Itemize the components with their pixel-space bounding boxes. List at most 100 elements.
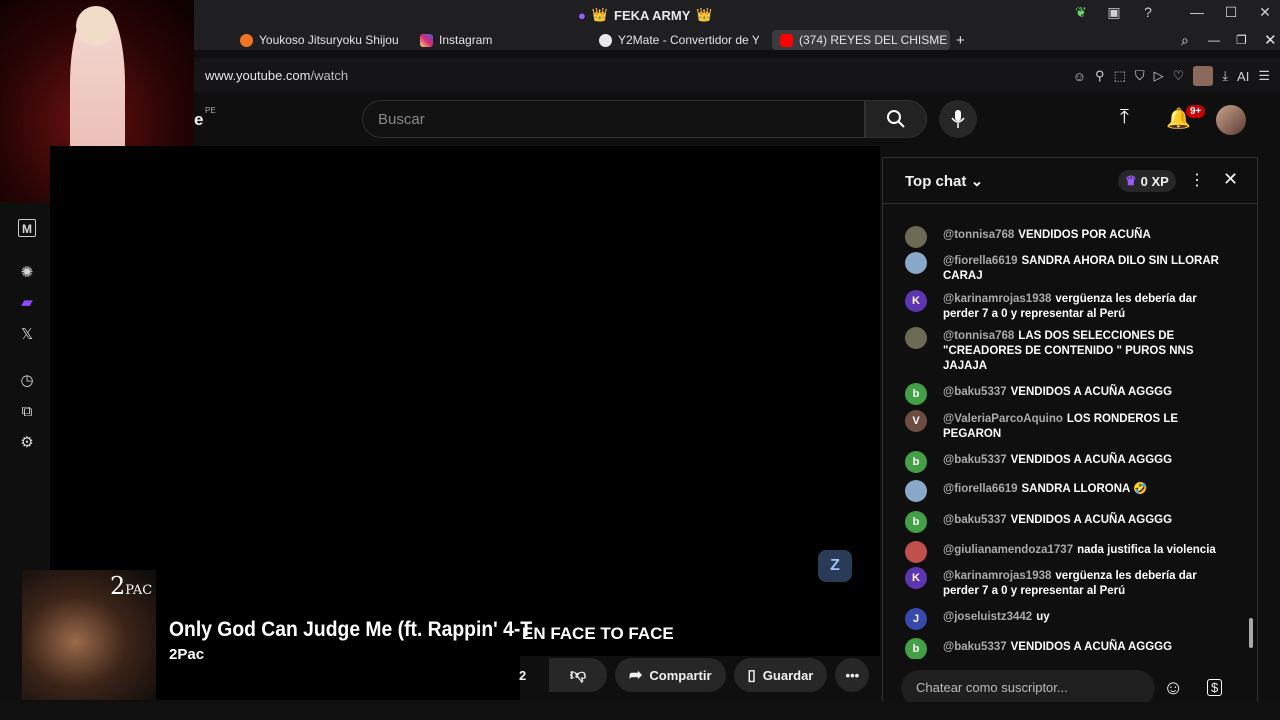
chat-avatar[interactable]: b <box>905 638 927 659</box>
chat-message[interactable]: J @joseluistz3442 uy <box>905 608 1235 630</box>
account-avatar[interactable] <box>1216 105 1246 135</box>
chat-avatar[interactable]: K <box>905 290 927 312</box>
close-browser-icon[interactable]: ✕ <box>1264 30 1277 50</box>
chat-message[interactable]: @tonnisa768 VENDIDOS POR ACUÑA <box>905 226 1235 248</box>
chat-avatar[interactable]: b <box>905 511 927 533</box>
help-icon[interactable]: ? <box>1137 4 1159 20</box>
chat-username[interactable]: @giulianamendoza1737 <box>943 544 1073 556</box>
address-bar[interactable]: www.youtube.com/watch ☺ ⚲ ⬚ ⛉ ▷ ♡ ⤓ AI ☰ <box>194 58 1280 92</box>
chat-username[interactable]: @tonnisa768 <box>943 229 1014 241</box>
new-tab-button[interactable]: + <box>956 30 970 50</box>
url-text[interactable]: www.youtube.com/watch <box>205 68 348 83</box>
chat-avatar[interactable] <box>905 252 927 274</box>
channel-watermark[interactable]: Z <box>818 550 852 582</box>
chat-message[interactable]: b @baku5337 VENDIDOS A ACUÑA AGGGG <box>905 383 1235 405</box>
chat-avatar[interactable]: V <box>905 410 927 432</box>
chat-username[interactable]: @fiorella6619 <box>943 483 1018 495</box>
chat-avatar[interactable] <box>905 226 927 248</box>
heart-icon[interactable]: ♡ <box>1173 68 1185 84</box>
x-twitter-icon[interactable]: 𝕏 <box>18 326 36 344</box>
youtube-header: e PE Buscar ⤒ 🔔 9+ <box>194 92 1280 146</box>
extensions-icon[interactable]: ⧉ <box>18 403 36 421</box>
upload-icon[interactable]: ⤒ <box>1120 106 1129 129</box>
maximize-button[interactable]: ☐ <box>1220 4 1242 21</box>
chat-message[interactable]: V @ValeriaParcoAquino LOS RONDEROS LE PEGA… <box>905 410 1235 442</box>
xp-badge[interactable]: ♛ 0 XP <box>1118 170 1176 192</box>
chat-avatar[interactable] <box>905 541 927 563</box>
search-button[interactable] <box>865 100 927 138</box>
chat-message[interactable]: @giulianamendoza1737 nada justifica la vi… <box>905 541 1235 563</box>
super-chat-icon[interactable]: $ <box>1207 679 1223 696</box>
chat-message[interactable]: @fiorella6619 SANDRA LLORONA 🤣 <box>905 480 1235 502</box>
like-count[interactable]: 2 <box>519 668 553 683</box>
tab-y2mate[interactable]: Y2Mate - Convertidor de Y <box>599 30 759 50</box>
chat-text: VENDIDOS A ACUÑA AGGGG <box>1010 514 1173 526</box>
inbox-icon[interactable]: ▣ <box>1103 4 1125 21</box>
chat-avatar[interactable]: b <box>905 451 927 473</box>
chat-input[interactable]: Chatear como suscriptor... <box>901 670 1155 706</box>
chat-avatar[interactable] <box>905 480 927 502</box>
chat-username[interactable]: @karinamrojas1938 <box>943 570 1051 582</box>
dislike-button[interactable]: 👎︎ <box>549 658 607 692</box>
twitch-icon[interactable]: ▰ <box>18 294 36 312</box>
chat-message-body: @fiorella6619 SANDRA AHORA DILO SIN LLORA… <box>943 254 1235 284</box>
ai-button[interactable]: AI <box>1237 69 1249 84</box>
search-tabs-icon[interactable]: ⌕ <box>1181 30 1189 50</box>
chat-username[interactable]: @tonnisa768 <box>943 330 1014 342</box>
close-icon[interactable]: ✕ <box>1223 169 1238 190</box>
character-head <box>76 6 116 46</box>
chat-message[interactable]: b @baku5337 VENDIDOS A ACUÑA AGGGG <box>905 451 1235 473</box>
profile-avatar[interactable] <box>1193 66 1214 86</box>
chat-username[interactable]: @baku5337 <box>943 641 1007 653</box>
download-icon[interactable]: ⤓ <box>1222 68 1228 84</box>
chat-mode-dropdown[interactable]: Top chat ⌄ <box>905 172 983 190</box>
chat-username[interactable]: @baku5337 <box>943 454 1007 466</box>
history-icon[interactable]: ◷ <box>18 372 36 390</box>
search-input[interactable]: Buscar <box>362 100 865 138</box>
minimize-button[interactable]: — <box>1186 4 1208 20</box>
tab-instagram[interactable]: Instagram <box>420 30 530 50</box>
logo-fragment[interactable]: e <box>194 110 203 130</box>
tab-youtube-active[interactable]: (374) REYES DEL CHISME <box>772 30 950 50</box>
chat-username[interactable]: @baku5337 <box>943 386 1007 398</box>
chat-avatar[interactable]: b <box>905 383 927 405</box>
voice-search-button[interactable] <box>939 100 977 138</box>
menu-icon[interactable]: ☰ <box>1258 68 1270 84</box>
minimize-browser-icon[interactable]: — <box>1208 30 1220 50</box>
settings-icon[interactable]: ⚙ <box>18 434 36 452</box>
leaf-icon[interactable]: ❦ <box>1070 4 1092 21</box>
close-window-button[interactable]: ✕ <box>1254 4 1276 21</box>
chat-username[interactable]: @fiorella6619 <box>943 255 1018 267</box>
chat-avatar[interactable] <box>905 327 927 349</box>
chat-message[interactable]: b @baku5337 VENDIDOS A ACUÑA AGGGG <box>905 511 1235 533</box>
chat-message[interactable]: b @baku5337 VENDIDOS A ACUÑA AGGGG <box>905 638 1235 659</box>
chat-message[interactable]: K @karinamrojas1938 vergüenza les debería … <box>905 290 1235 322</box>
chat-message[interactable]: K @karinamrojas1938 vergüenza les debería … <box>905 567 1235 599</box>
share-button[interactable]: ➦ Compartir <box>615 658 726 692</box>
chat-username[interactable]: @joseluistz3442 <box>943 611 1032 623</box>
chat-username[interactable]: @karinamrojas1938 <box>943 293 1051 305</box>
more-actions-button[interactable]: ••• <box>835 658 870 692</box>
save-button[interactable]: ▯ Guardar <box>733 658 828 692</box>
chat-header: Top chat ⌄ ♛ 0 XP ⋮ ✕ <box>883 158 1257 204</box>
mail-icon[interactable]: M <box>18 219 36 237</box>
screenshot-icon[interactable]: ⬚ <box>1114 68 1126 84</box>
scroll-thumb[interactable] <box>1249 618 1253 648</box>
restore-browser-icon[interactable]: ❐ <box>1236 30 1247 50</box>
chat-placeholder: Chatear como suscriptor... <box>916 680 1068 695</box>
chat-message[interactable]: @fiorella6619 SANDRA AHORA DILO SIN LLORA… <box>905 252 1235 284</box>
chat-more-icon[interactable]: ⋮ <box>1189 170 1205 190</box>
tab-crunchyroll[interactable]: Youkoso Jitsuryoku Shijou <box>240 30 400 50</box>
chat-avatar[interactable]: J <box>905 608 927 630</box>
shield-icon[interactable]: ⛉ <box>1135 68 1145 84</box>
chat-scrollbar[interactable] <box>1249 218 1253 658</box>
chat-username[interactable]: @ValeriaParcoAquino <box>943 413 1063 425</box>
chatgpt-icon[interactable]: ✺ <box>18 264 36 282</box>
pin-icon[interactable]: ⚲ <box>1095 68 1105 84</box>
chat-username[interactable]: @baku5337 <box>943 514 1007 526</box>
emoji-icon[interactable]: ☺ <box>1073 69 1086 84</box>
chat-message[interactable]: @tonnisa768 LAS DOS SELECCIONES DE "CREAD… <box>905 327 1235 374</box>
play-icon[interactable]: ▷ <box>1154 68 1164 84</box>
emoji-picker-icon[interactable]: ☺ <box>1163 677 1183 700</box>
chat-avatar[interactable]: K <box>905 567 927 589</box>
